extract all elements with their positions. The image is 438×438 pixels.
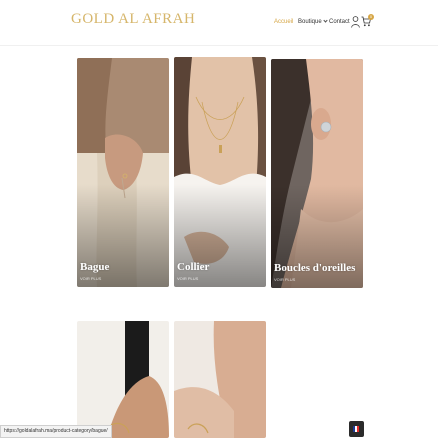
category-subtitle: VOIR PLUS (274, 277, 296, 282)
language-switcher[interactable] (349, 421, 364, 437)
bracelet-photo (77, 321, 169, 438)
category-card-4[interactable] (77, 321, 169, 438)
category-subtitle: VOIR PLUS (80, 276, 102, 281)
category-subtitle: VOIR PLUS (177, 276, 199, 281)
site-logo[interactable]: GOLD AL AFRAH (71, 11, 195, 28)
nav-item-accueil[interactable]: Accueil (274, 19, 293, 25)
bracelet-photo (174, 321, 266, 438)
category-card-collier[interactable]: Collier VOIR PLUS (174, 57, 266, 287)
category-card-boucles-oreilles[interactable]: Boucles d'oreilles VOIR PLUS (271, 59, 363, 288)
category-title: Boucles d'oreilles (274, 262, 356, 274)
category-title: Collier (177, 261, 210, 273)
nav-item-boutique[interactable]: Boutique (298, 18, 328, 25)
nav-item-contact[interactable]: Contact (329, 19, 350, 25)
nav-item-boutique-label: Boutique (298, 19, 322, 25)
user-icon[interactable] (351, 16, 360, 28)
category-card-5[interactable] (174, 321, 266, 438)
site-header: GOLD AL AFRAH Accueil Boutique Contact 0 (0, 0, 438, 46)
category-title: Bague (80, 261, 110, 273)
status-bar-url: https://goldalafrah.ma/product-category/… (0, 425, 112, 438)
chevron-down-icon (323, 18, 328, 23)
cart-count-badge: 0 (368, 14, 374, 20)
category-card-bague[interactable]: Bague VOIR PLUS (77, 58, 169, 287)
